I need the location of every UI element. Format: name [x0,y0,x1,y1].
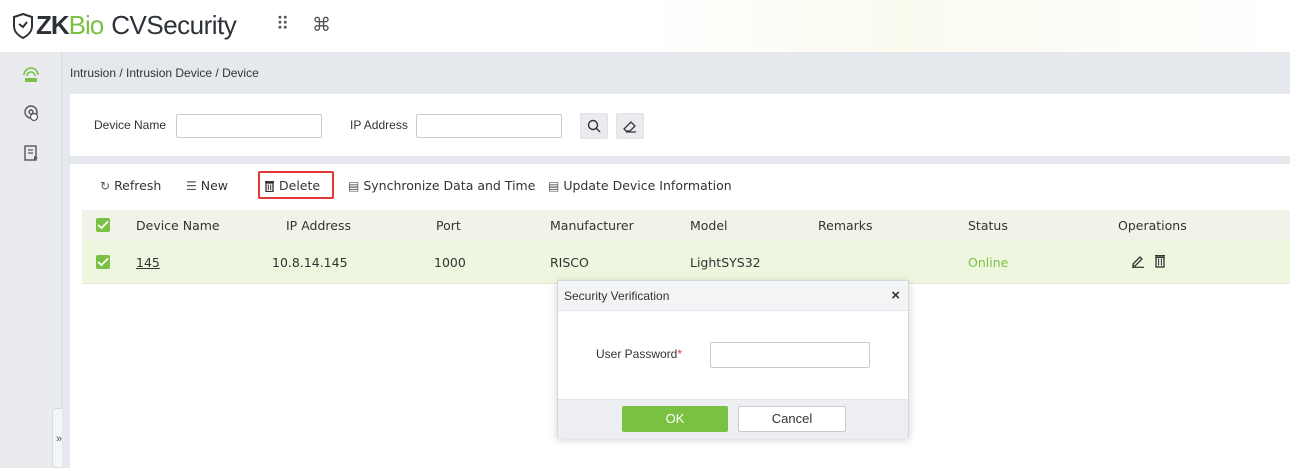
device-name-input[interactable] [176,114,322,138]
cancel-button[interactable]: Cancel [738,406,846,432]
delete-label: Delete [279,178,321,193]
select-all-checkbox[interactable] [96,218,110,232]
eraser-icon [623,121,636,133]
app-logo[interactable]: ZK Bio CVSecurity [12,10,237,41]
clear-button[interactable] [616,113,644,139]
dialog-title: Security Verification [564,289,670,303]
refresh-icon: ↻ [100,178,111,193]
table-header: Device Name IP Address Port Manufacturer… [82,210,1290,240]
user-password-label: User Password* [596,347,682,361]
report-module-icon[interactable] [22,144,40,162]
search-button[interactable] [580,113,608,139]
edit-icon[interactable] [1130,254,1146,268]
column-header-status[interactable]: Status [968,218,1008,233]
toolbar: ↻ Refresh ☰ New Delete ▤ Synchronize Dat… [70,164,1290,208]
column-header-remarks[interactable]: Remarks [818,218,873,233]
dialog-header: Security Verification × [558,281,908,311]
refresh-label: Refresh [114,178,162,193]
sync-icon: ▤ [348,178,360,193]
update-button[interactable]: ▤ Update Device Information [548,178,732,193]
update-icon: ▤ [548,178,560,193]
cell-status: Online [968,255,1009,270]
column-header-model[interactable]: Model [690,218,728,233]
grid-icon[interactable]: ⠿ [276,14,289,35]
cell-port: 1000 [434,255,466,270]
logo-zk-text: ZK [36,10,70,40]
table-row[interactable]: 145 10.8.14.145 1000 RISCO LightSYS32 On… [82,240,1290,284]
user-password-input[interactable] [710,342,870,368]
command-icon[interactable]: ⌘ [312,14,331,37]
row-checkbox[interactable] [96,255,110,269]
search-panel: Device Name IP Address [70,94,1290,156]
cell-model: LightSYS32 [690,255,761,270]
sync-label: Synchronize Data and Time [363,178,536,193]
device-name-link[interactable]: 145 [136,255,160,270]
device-name-label: Device Name [94,118,167,132]
cell-manufacturer: RISCO [550,255,589,270]
monitor-module-icon[interactable] [22,104,40,122]
left-module-rail [0,52,62,468]
update-label: Update Device Information [563,178,732,193]
cell-ip-address: 10.8.14.145 [272,255,348,270]
logo-product-text: CVSecurity [111,10,237,40]
ok-button[interactable]: OK [622,406,728,432]
trash-icon[interactable] [1154,254,1166,268]
new-icon: ☰ [186,178,197,193]
delete-button[interactable]: Delete [264,178,320,193]
user-password-label-text: User Password [596,347,678,361]
sync-button[interactable]: ▤ Synchronize Data and Time [348,178,535,193]
header-background-decoration [640,0,1290,52]
refresh-button[interactable]: ↻ Refresh [100,178,161,193]
trash-icon [265,180,274,192]
breadcrumb: Intrusion / Intrusion Device / Device [70,66,259,80]
ip-address-label: IP Address [350,118,408,132]
new-label: New [200,178,229,193]
shield-logo-icon [13,12,33,39]
column-header-operations: Operations [1118,218,1187,233]
top-header: ZK Bio CVSecurity ⠿ ⌘ [0,0,1290,52]
ip-address-input[interactable] [416,114,562,138]
required-mark: * [677,347,683,361]
intrusion-module-icon[interactable] [22,66,40,84]
logo-bio-text: Bio [68,10,105,40]
column-header-device-name[interactable]: Device Name [136,218,220,233]
search-icon [587,119,601,133]
column-header-ip-address[interactable]: IP Address [286,218,351,233]
column-header-port[interactable]: Port [436,218,461,233]
dialog-footer: OK Cancel [558,399,908,439]
security-verification-dialog: Security Verification × User Password* O… [557,280,909,439]
column-header-manufacturer[interactable]: Manufacturer [550,218,634,233]
new-button[interactable]: ☰ New [186,178,228,193]
close-icon[interactable]: × [891,287,900,304]
